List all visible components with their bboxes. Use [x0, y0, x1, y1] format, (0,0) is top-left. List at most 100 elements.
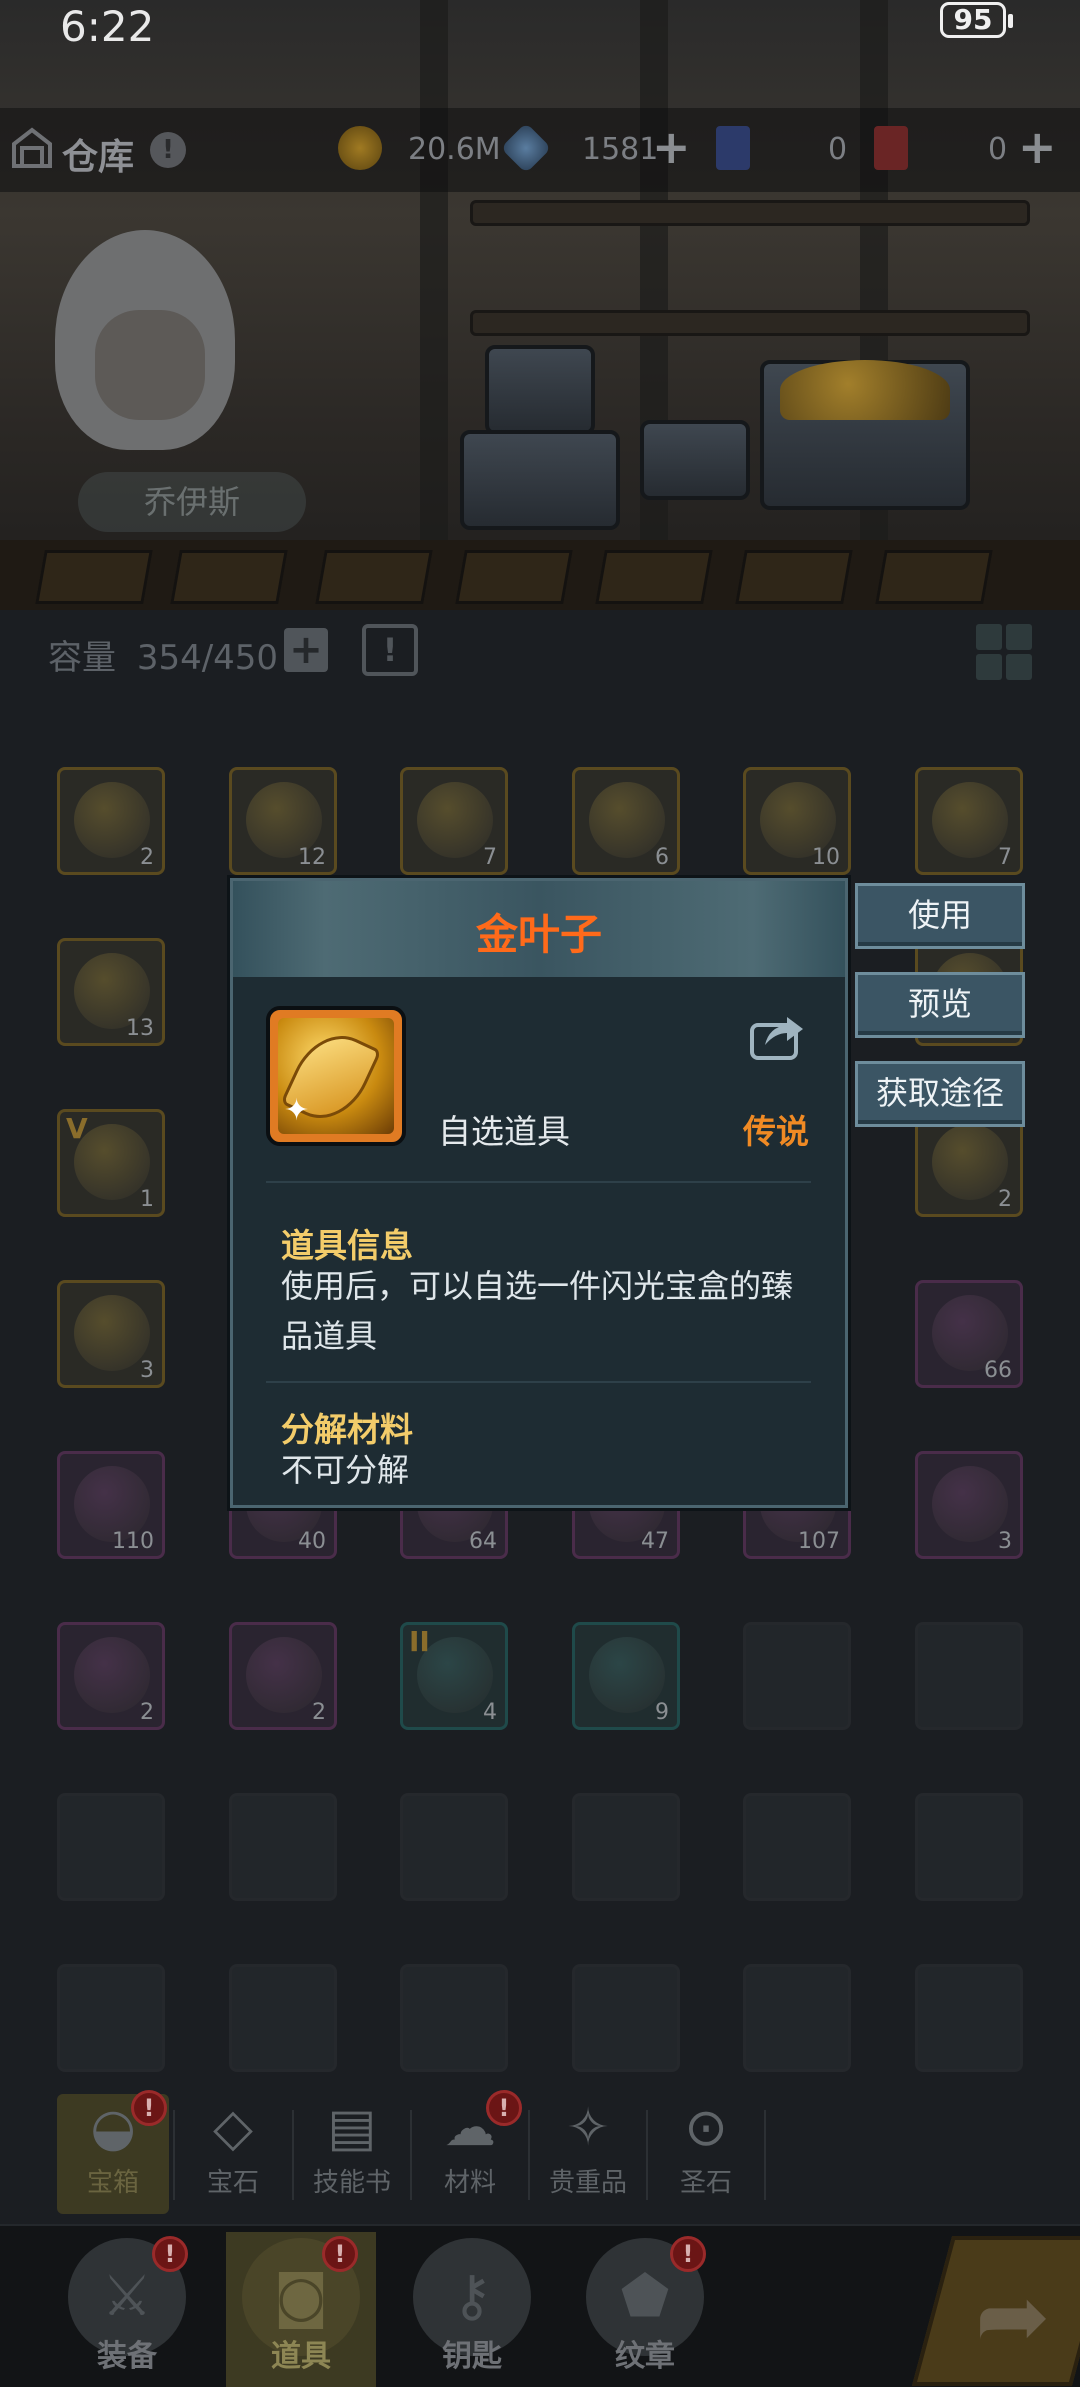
category-tab-valuables[interactable]: ✧ 贵重品	[532, 2094, 644, 2214]
empty-slot	[572, 1793, 680, 1901]
nav-label: 道具	[271, 2339, 331, 2374]
item-count: 2	[140, 845, 154, 870]
empty-slot	[915, 1964, 1023, 2072]
item-count: 3	[140, 1358, 154, 1383]
item-rarity: 传说	[743, 1112, 809, 1151]
item-icon	[74, 782, 150, 858]
category-label: 圣石	[679, 2168, 732, 2198]
preview-button[interactable]: 预览	[855, 972, 1025, 1038]
hero-name: 乔伊斯	[78, 472, 306, 532]
modal-header: 金叶子	[233, 881, 845, 977]
inventory-item[interactable]: 2	[229, 1622, 337, 1730]
nav-emblems[interactable]: ⬟ 纹章 !	[570, 2232, 720, 2387]
inventory-item[interactable]: 2	[57, 1622, 165, 1730]
inventory-item[interactable]: 9	[572, 1622, 680, 1730]
empty-slot	[400, 1964, 508, 2072]
divider	[173, 2110, 175, 2200]
divider	[266, 1381, 811, 1383]
inventory-item[interactable]: 66	[915, 1280, 1023, 1388]
item-count: 4	[483, 1700, 497, 1725]
empty-slot	[743, 1793, 851, 1901]
category-tab-holy-stone[interactable]: ⊙ 圣石	[650, 2094, 762, 2214]
item-tier: V	[66, 1112, 88, 1145]
holy-stone-icon: ⊙	[684, 2098, 728, 2158]
category-tab-material[interactable]: ☁ 材料 !	[414, 2090, 526, 2214]
inventory-item[interactable]: 13	[57, 938, 165, 1046]
category-label: 技能书	[312, 2168, 391, 2198]
inventory-item[interactable]: V1	[57, 1109, 165, 1217]
inventory-item[interactable]: 7	[400, 767, 508, 875]
item-detail-modal: 金叶子 ✦ 自选道具 传说 道具信息 使用后，可以自选一件闪光宝盒的臻品道具 分…	[230, 878, 848, 1508]
add-red-ticket-button[interactable]: +	[1018, 120, 1057, 174]
alert-badge: !	[322, 2236, 358, 2272]
item-count: 3	[998, 1529, 1012, 1554]
inventory-item[interactable]: 6	[572, 767, 680, 875]
item-count: 47	[641, 1529, 669, 1554]
arrow-icon: ➦	[975, 2264, 1051, 2369]
inventory-item[interactable]: 2	[57, 767, 165, 875]
category-tab-gem[interactable]: ◇ 宝石	[177, 2094, 289, 2214]
alert-badge: !	[152, 2236, 188, 2272]
status-time: 6:22	[60, 2, 155, 51]
divider	[646, 2110, 648, 2200]
empty-slot	[572, 1964, 680, 2072]
grid-view-toggle[interactable]	[976, 624, 1032, 680]
inventory-item[interactable]: 3	[57, 1280, 165, 1388]
item-count: 10	[812, 845, 840, 870]
battery-indicator: 95	[940, 2, 1013, 38]
gold-coin-icon	[338, 126, 382, 170]
category-label: 宝箱	[86, 2168, 139, 2198]
calendar-alert-button[interactable]: !	[362, 624, 418, 676]
item-count: 7	[483, 845, 497, 870]
empty-slot	[229, 1793, 337, 1901]
item-icon	[932, 1466, 1008, 1542]
category-label: 贵重品	[548, 2168, 627, 2198]
empty-slot	[915, 1622, 1023, 1730]
expand-capacity-button[interactable]: +	[284, 628, 328, 672]
item-count: 13	[126, 1016, 154, 1041]
inventory-item[interactable]: 110	[57, 1451, 165, 1559]
nav-equipment[interactable]: ⚔ 装备 !	[52, 2232, 202, 2387]
category-label: 材料	[443, 2168, 496, 2198]
item-icon	[74, 1637, 150, 1713]
empty-slot	[57, 1964, 165, 2072]
empty-slot	[915, 1793, 1023, 1901]
category-tab-chest[interactable]: ◒ 宝箱 !	[57, 2090, 169, 2214]
blue-ticket-amount: 0	[828, 132, 848, 167]
obtain-source-button[interactable]: 获取途径	[855, 1061, 1025, 1127]
item-info-body: 使用后，可以自选一件闪光宝盒的臻品道具	[281, 1267, 794, 1355]
inventory-item[interactable]: II 4	[400, 1622, 508, 1730]
help-button[interactable]: !	[150, 132, 186, 168]
nav-label: 纹章	[615, 2339, 675, 2374]
blue-ticket-icon	[716, 126, 750, 170]
item-info-title: 道具信息	[281, 1226, 413, 1265]
nav-items[interactable]: ◙ 道具 !	[226, 2232, 376, 2387]
inventory-item[interactable]: 10	[743, 767, 851, 875]
item-count: 2	[312, 1700, 326, 1725]
valuable-icon: ✧	[566, 2098, 610, 2158]
nav-label: 装备	[97, 2339, 157, 2374]
nav-keys[interactable]: ⚷ 钥匙	[397, 2232, 547, 2387]
divider	[528, 2110, 530, 2200]
crystal-icon	[500, 122, 552, 174]
golden-leaf-item-icon: ✦	[266, 1006, 406, 1146]
add-crystal-button[interactable]: +	[652, 120, 691, 174]
use-button[interactable]: 使用	[855, 883, 1025, 949]
inventory-item[interactable]: 3	[915, 1451, 1023, 1559]
inventory-item[interactable]: 7	[915, 767, 1023, 875]
item-tier: II	[409, 1625, 430, 1658]
item-count: 1	[140, 1187, 154, 1212]
item-count: 107	[798, 1529, 840, 1554]
category-tab-skillbook[interactable]: ▤ 技能书	[296, 2094, 408, 2214]
item-icon	[932, 1124, 1008, 1200]
item-count: 9	[655, 1700, 669, 1725]
alert-badge: !	[131, 2090, 167, 2126]
red-ticket-amount: 0	[988, 132, 1008, 167]
item-count: 110	[112, 1529, 154, 1554]
item-icon	[589, 782, 665, 858]
share-icon[interactable]	[749, 1011, 805, 1061]
inventory-item[interactable]: 12	[229, 767, 337, 875]
item-count: 7	[998, 845, 1012, 870]
divider	[764, 2110, 766, 2200]
warehouse-topbar: 仓库 ! 20.6M 1581 + 0 0 +	[0, 108, 1080, 192]
